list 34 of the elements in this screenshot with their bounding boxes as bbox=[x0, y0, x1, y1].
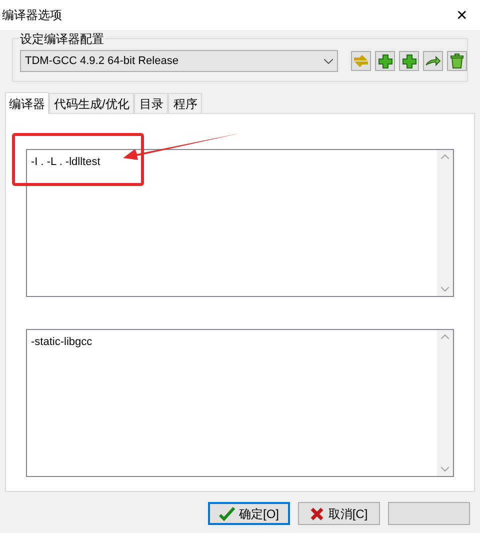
trash-icon bbox=[450, 53, 464, 69]
config-dropdown[interactable]: TDM-GCC 4.9.2 64-bit Release bbox=[20, 50, 338, 72]
scroll-down-icon[interactable] bbox=[441, 287, 449, 292]
tab[interactable]: 程序 bbox=[168, 93, 202, 113]
window-title: 编译器选项 bbox=[2, 7, 62, 24]
check-icon bbox=[218, 506, 235, 520]
options-text: -I . -L . -ldlltest bbox=[31, 156, 100, 168]
scrollbar[interactable] bbox=[437, 150, 453, 296]
arrows-icon bbox=[353, 54, 370, 68]
dialog-button[interactable] bbox=[388, 502, 470, 525]
toolbar-button[interactable] bbox=[375, 51, 396, 71]
ok-button[interactable]: 确定[O] bbox=[208, 502, 290, 525]
tab[interactable]: 编译器 bbox=[5, 92, 49, 114]
text-area[interactable]: -I . -L . -ldlltest bbox=[26, 149, 454, 297]
plus-icon bbox=[402, 54, 417, 68]
plus-icon bbox=[378, 54, 393, 68]
caret-icon bbox=[324, 58, 334, 64]
config-value: TDM-GCC 4.9.2 64-bit Release bbox=[25, 54, 178, 69]
cross-icon bbox=[310, 506, 324, 520]
toolbar-button[interactable] bbox=[447, 51, 467, 71]
close-button[interactable]: ✕ bbox=[456, 4, 468, 26]
options-text: -static-libgcc bbox=[31, 336, 92, 348]
scroll-up-icon[interactable] bbox=[441, 154, 449, 159]
arrow-icon bbox=[425, 55, 442, 67]
scrollbar[interactable] bbox=[437, 330, 453, 476]
toolbar-button[interactable] bbox=[399, 51, 420, 71]
cancel-button[interactable]: 取消[C] bbox=[298, 502, 380, 525]
toolbar-button[interactable] bbox=[423, 51, 444, 71]
scroll-down-icon[interactable] bbox=[441, 467, 449, 472]
text-area[interactable]: -static-libgcc bbox=[26, 329, 454, 477]
group-label: 设定编译器配置 bbox=[19, 30, 105, 48]
tab[interactable]: 目录 bbox=[134, 93, 168, 113]
scroll-up-icon[interactable] bbox=[441, 334, 449, 339]
tab[interactable]: 代码生成/优化 bbox=[49, 93, 134, 113]
